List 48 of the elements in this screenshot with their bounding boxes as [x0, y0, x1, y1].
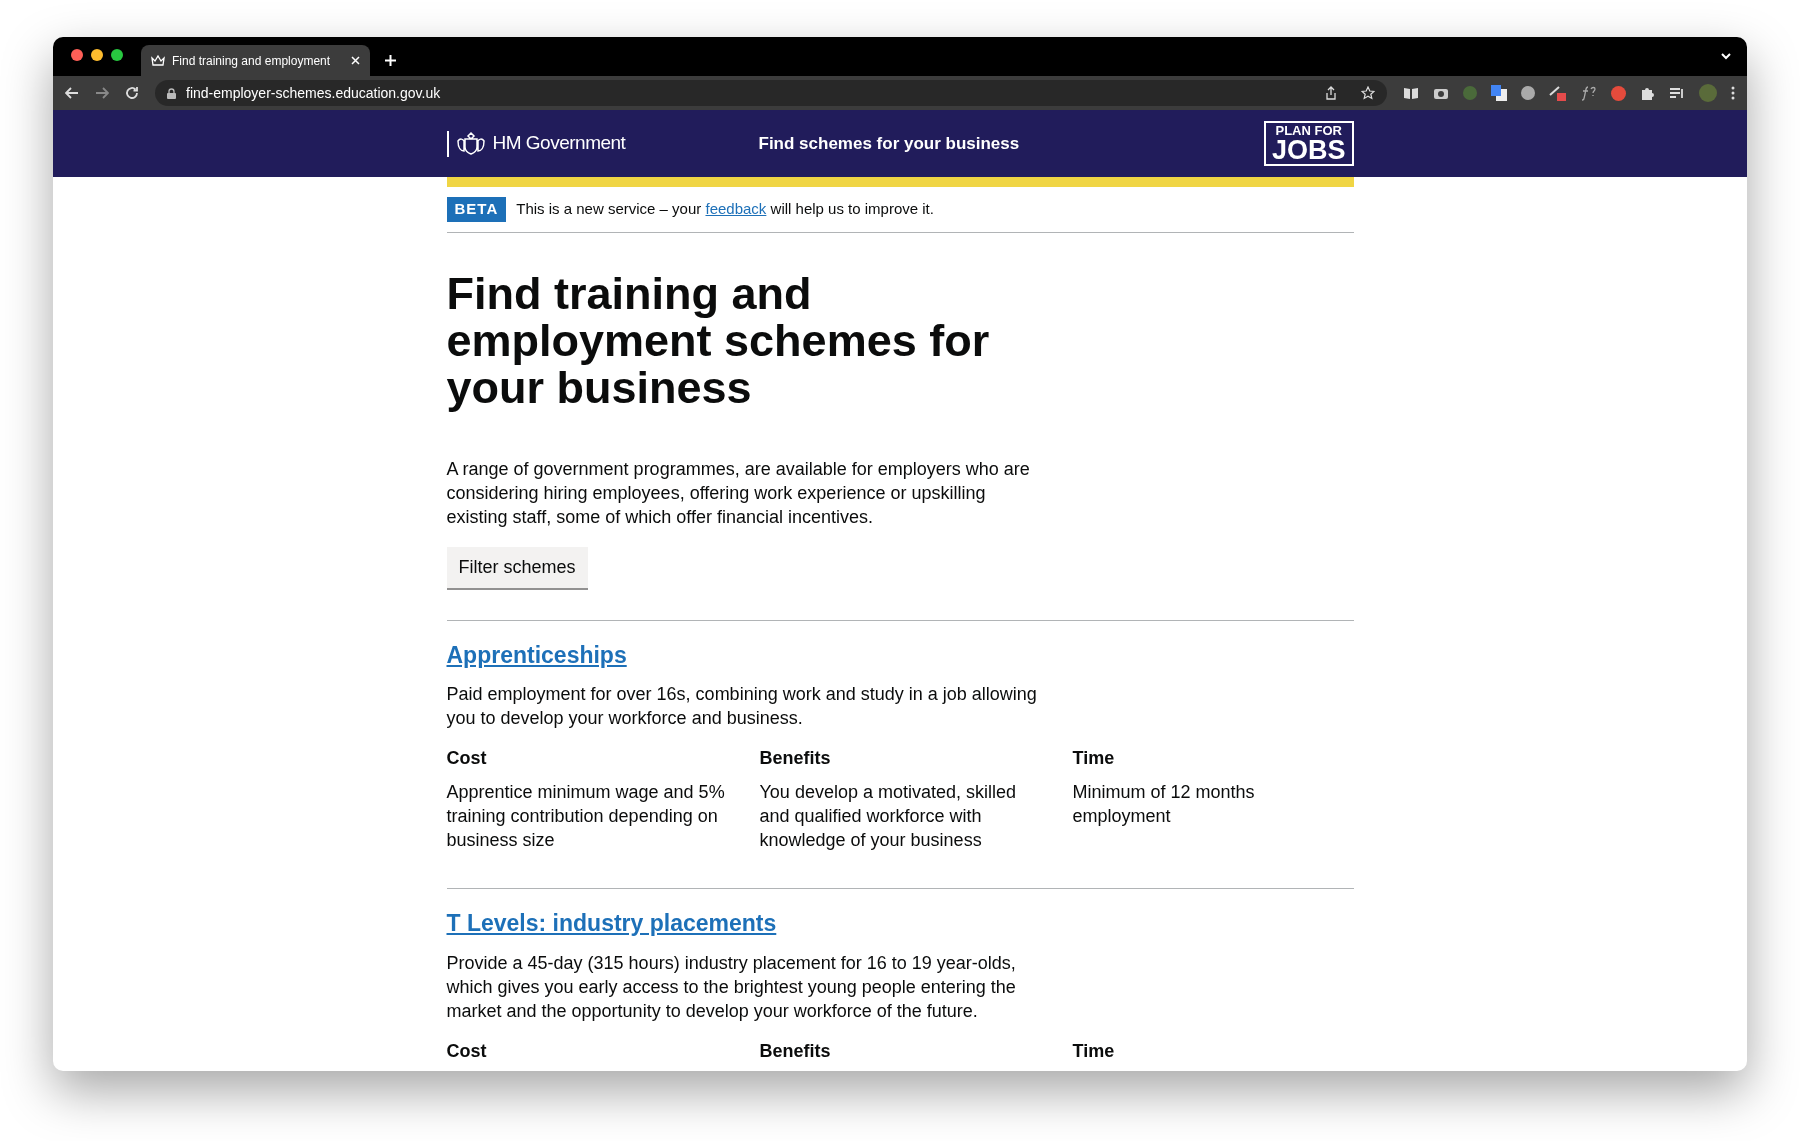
- chevron-down-icon[interactable]: [1721, 53, 1731, 60]
- phase-banner-text: This is a new service – your feedback will help us to improve it.: [516, 199, 934, 219]
- scheme-title-link[interactable]: T Levels: industry placements: [446, 906, 777, 941]
- scheme-title-link[interactable]: Apprenticeships: [446, 637, 627, 672]
- page-heading: Find training and employment schemes for your business: [446, 269, 991, 411]
- column-heading: Cost: [446, 747, 488, 770]
- camera-icon[interactable]: [1433, 86, 1449, 100]
- lock-icon: [167, 87, 176, 99]
- extension-icon[interactable]: [1611, 85, 1626, 101]
- minimize-window-icon[interactable]: [91, 49, 103, 61]
- back-arrow-icon[interactable]: [65, 87, 79, 99]
- column-heading: Time: [1072, 1039, 1116, 1063]
- share-icon[interactable]: [1325, 86, 1337, 100]
- reload-icon[interactable]: [125, 86, 139, 100]
- more-options-icon[interactable]: [1731, 86, 1735, 100]
- column-heading: Benefits: [759, 1039, 832, 1063]
- function-icon[interactable]: [1581, 85, 1597, 101]
- logo-text: PLAN FOR: [1275, 124, 1342, 137]
- browser-tab[interactable]: Find training and employment: [141, 45, 370, 76]
- tab-title: Find training and employment: [172, 52, 332, 70]
- royal-crest-icon: [454, 130, 487, 157]
- column-text: Minimum of 12 months employment: [1072, 781, 1256, 828]
- brand-name[interactable]: HM Government: [492, 129, 626, 158]
- column-heading: Time: [1072, 747, 1116, 770]
- column-text: Apprentice minimum wage and 5% training contribution depending on business size: [446, 781, 726, 852]
- close-tab-icon[interactable]: [351, 56, 360, 65]
- translate-icon[interactable]: [1491, 85, 1507, 101]
- feedback-link[interactable]: feedback: [705, 200, 767, 217]
- intro-paragraph: A range of government programmes, are available for employers who are considering hiring employees, offering work experience or upskilling existing staff, some of which offer financial incentives.: [446, 457, 1031, 529]
- scheme-description: Provide a 45-day (315 hours) industry placement for 16 to 19 year-olds, which gives you early access to the brightest young people entering the market and the opportunity to develop your workforce of the future.: [446, 951, 1017, 1023]
- maximize-window-icon[interactable]: [111, 49, 123, 61]
- filter-schemes-button[interactable]: Filter schemes: [446, 546, 588, 588]
- url-text: find-employer-schemes.education.gov.uk: [186, 83, 442, 103]
- address-bar[interactable]: find-employer-schemes.education.gov.uk: [155, 80, 1387, 106]
- beta-tag: BETA: [446, 197, 507, 222]
- pen-icon[interactable]: [1549, 85, 1567, 101]
- column-heading: Cost: [446, 1039, 488, 1063]
- column-text: You develop a motivated, skilled and qualified workforce with knowledge of your business: [759, 781, 1017, 852]
- scheme-description: Paid employment for over 16s, combining work and study in a job allowing you to develop your workforce and business.: [446, 683, 1038, 730]
- new-tab-icon[interactable]: [384, 54, 397, 67]
- puzzle-icon[interactable]: [1640, 85, 1655, 101]
- star-icon[interactable]: [1361, 86, 1375, 100]
- close-window-icon[interactable]: [71, 49, 83, 61]
- forward-arrow-icon[interactable]: [95, 87, 109, 99]
- column-heading: Benefits: [759, 747, 832, 770]
- crown-icon: [151, 55, 165, 66]
- logo-text: JOBS: [1271, 137, 1346, 163]
- service-name[interactable]: Find schemes for your business: [758, 130, 1264, 157]
